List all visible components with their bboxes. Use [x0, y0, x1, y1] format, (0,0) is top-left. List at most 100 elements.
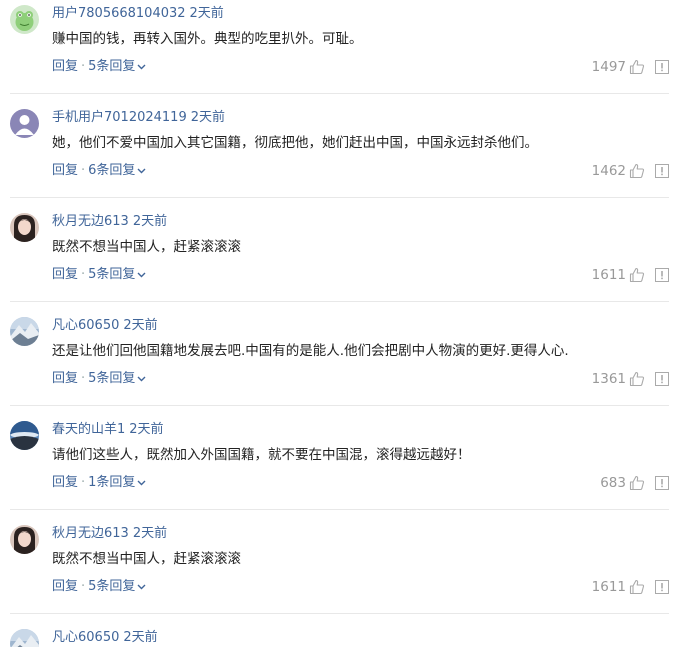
- comment-actions: 回复 · 5条回复: [52, 369, 146, 389]
- reply-button[interactable]: 回复: [52, 579, 78, 594]
- comment-right-tools: 1611: [592, 265, 669, 285]
- comment-time: 2天前: [189, 6, 224, 21]
- reply-button[interactable]: 回复: [52, 163, 78, 178]
- comment-item: 秋月无边613 2天前 既然不想当中国人，赶紧滚滚滚 回复 · 5条回复 1611: [0, 208, 677, 312]
- username-link[interactable]: 秋月无边613: [52, 214, 129, 229]
- comment-time: 2天前: [123, 630, 158, 645]
- default-user-avatar-icon[interactable]: [10, 109, 39, 138]
- username-link[interactable]: 凡心60650: [52, 318, 119, 333]
- reply-count: 1条回复: [88, 475, 136, 490]
- comment-right-tools: 1462: [592, 161, 669, 181]
- comment-meta: 用户7805668104032 2天前: [52, 5, 224, 23]
- like-count: 1611: [591, 579, 626, 595]
- divider: [10, 405, 669, 406]
- like-count: 1361: [591, 371, 626, 387]
- username-link[interactable]: 凡心60650: [52, 630, 119, 645]
- username-link[interactable]: 春天的山羊1: [52, 422, 125, 437]
- separator-dot: ·: [81, 267, 86, 282]
- comment-time: 2天前: [190, 110, 225, 125]
- frog-avatar-icon[interactable]: [10, 5, 39, 34]
- chevron-down-icon: [137, 272, 146, 277]
- comment-meta: 春天的山羊1 2天前: [52, 421, 164, 439]
- chevron-down-icon: [137, 64, 146, 69]
- comment-right-tools: 1361: [592, 369, 669, 389]
- separator-dot: ·: [81, 163, 86, 178]
- comment-right-tools: 683: [600, 473, 669, 493]
- view-replies-button[interactable]: 6条回复: [88, 163, 146, 178]
- separator-dot: ·: [81, 371, 86, 386]
- comment-text: 她，他们不爱中国加入其它国籍，彻底把他，她们赶出中国，中国永远封杀他们。: [52, 135, 538, 151]
- divider: [10, 301, 669, 302]
- username-link[interactable]: 手机用户7012024119: [52, 110, 187, 125]
- report-icon[interactable]: [655, 476, 669, 490]
- woman-photo-avatar-icon[interactable]: [10, 213, 39, 242]
- view-replies-button[interactable]: 5条回复: [88, 371, 146, 386]
- chevron-down-icon: [137, 376, 146, 381]
- like-count: 683: [600, 475, 626, 491]
- thumbs-up-icon[interactable]: [629, 59, 645, 75]
- reply-button[interactable]: 回复: [52, 371, 78, 386]
- comment-actions: 回复 · 6条回复: [52, 161, 146, 181]
- divider: [10, 613, 669, 614]
- woman-photo-avatar-icon[interactable]: [10, 525, 39, 554]
- reply-button[interactable]: 回复: [52, 475, 78, 490]
- mountain-snow-avatar-icon[interactable]: [10, 629, 39, 647]
- reply-count: 5条回复: [88, 267, 136, 282]
- like-count: 1497: [591, 59, 626, 75]
- reply-button[interactable]: 回复: [52, 59, 78, 74]
- comment-text: 赚中国的钱，再转入国外。典型的吃里扒外。可耻。: [52, 31, 363, 47]
- report-icon[interactable]: [655, 268, 669, 282]
- thumbs-up-icon[interactable]: [629, 371, 645, 387]
- comment-actions: 回复 · 1条回复: [52, 473, 146, 493]
- report-icon[interactable]: [655, 580, 669, 594]
- comment-meta: 凡心60650 2天前: [52, 317, 158, 335]
- chevron-down-icon: [137, 168, 146, 173]
- comment-time: 2天前: [129, 422, 164, 437]
- thumbs-up-icon[interactable]: [629, 267, 645, 283]
- report-icon[interactable]: [655, 60, 669, 74]
- comment-item: 春天的山羊1 2天前 请他们这些人，既然加入外国国籍，就不要在中国混，滚得越远越好…: [0, 416, 677, 520]
- comment-meta: 手机用户7012024119 2天前: [52, 109, 225, 127]
- comment-time: 2天前: [132, 214, 168, 229]
- comment-item: 秋月无边613 2天前 既然不想当中国人，赶紧滚滚滚 回复 · 5条回复 1611: [0, 520, 677, 624]
- view-replies-button[interactable]: 5条回复: [88, 579, 146, 594]
- thumbs-up-icon[interactable]: [629, 579, 645, 595]
- reply-count: 6条回复: [88, 163, 136, 178]
- view-replies-button[interactable]: 1条回复: [88, 475, 146, 490]
- comment-item: 手机用户7012024119 2天前 她，他们不爱中国加入其它国籍，彻底把他，她们…: [0, 104, 677, 208]
- comment-meta: 秋月无边613 2天前: [52, 213, 167, 231]
- comment-right-tools: 1497: [592, 57, 669, 77]
- thumbs-up-icon[interactable]: [629, 475, 645, 491]
- comment-time: 2天前: [123, 318, 158, 333]
- reply-count: 5条回复: [88, 371, 136, 386]
- mountain-snow-avatar-icon[interactable]: [10, 317, 39, 346]
- comment-text: 还是让他们回他国籍地发展去吧.中国有的是能人.他们会把剧中人物演的更好.更得人心…: [52, 343, 569, 359]
- chevron-down-icon: [137, 584, 146, 589]
- comment-item: 凡心60650 2天前 还是让他们回他国籍地发展去吧.中国有的是能人.他们会把剧中…: [0, 312, 677, 416]
- comment-meta: 秋月无边613 2天前: [52, 525, 167, 543]
- report-icon[interactable]: [655, 164, 669, 178]
- separator-dot: ·: [81, 579, 86, 594]
- reply-count: 5条回复: [88, 579, 136, 594]
- like-count: 1611: [591, 267, 626, 283]
- separator-dot: ·: [81, 59, 86, 74]
- report-icon[interactable]: [655, 372, 669, 386]
- comment-right-tools: 1611: [592, 577, 669, 597]
- comment-item: 用户7805668104032 2天前 赚中国的钱，再转入国外。典型的吃里扒外。可…: [0, 0, 677, 104]
- comment-text: 请他们这些人，既然加入外国国籍，就不要在中国混，滚得越远越好！: [52, 447, 471, 463]
- username-link[interactable]: 用户7805668104032: [52, 6, 186, 21]
- sky-landscape-avatar-icon[interactable]: [10, 421, 39, 450]
- reply-count: 5条回复: [88, 59, 136, 74]
- comment-time: 2天前: [132, 526, 168, 541]
- username-link[interactable]: 秋月无边613: [52, 526, 129, 541]
- divider: [10, 197, 669, 198]
- divider: [10, 93, 669, 94]
- reply-button[interactable]: 回复: [52, 267, 78, 282]
- thumbs-up-icon[interactable]: [629, 163, 645, 179]
- chevron-down-icon: [137, 480, 146, 485]
- view-replies-button[interactable]: 5条回复: [88, 59, 146, 74]
- view-replies-button[interactable]: 5条回复: [88, 267, 146, 282]
- like-count: 1462: [591, 163, 626, 179]
- comment-actions: 回复 · 5条回复: [52, 265, 146, 285]
- comment-item: 凡心60650 2天前: [0, 624, 677, 647]
